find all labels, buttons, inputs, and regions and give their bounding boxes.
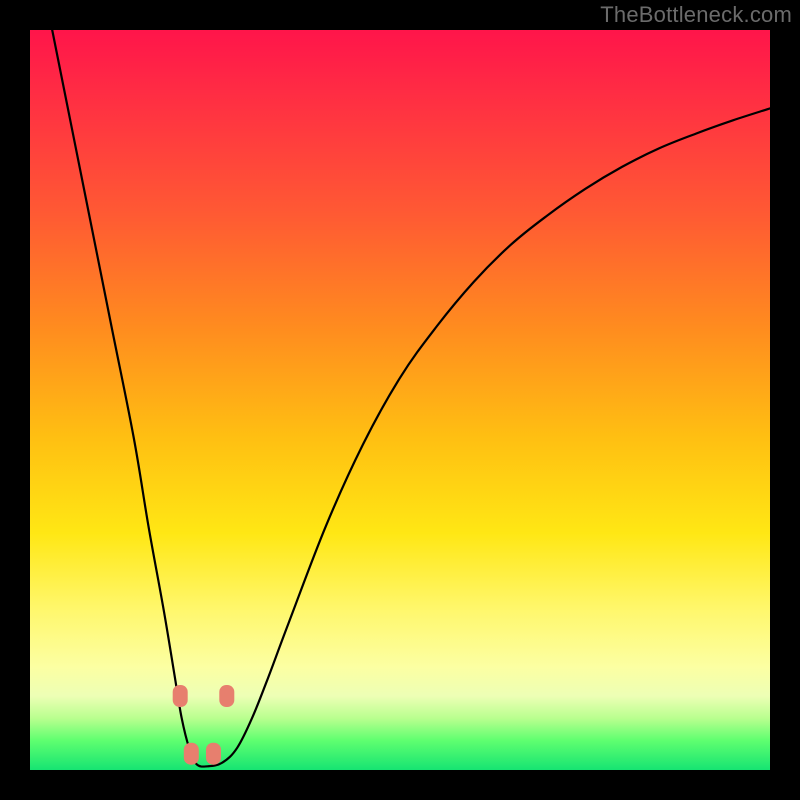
curve-marker xyxy=(206,743,221,765)
bottleneck-curve xyxy=(52,30,770,767)
plot-area xyxy=(30,30,770,770)
watermark-text: TheBottleneck.com xyxy=(600,2,792,28)
curve-marker xyxy=(219,685,234,707)
chart-frame: TheBottleneck.com xyxy=(0,0,800,800)
markers-group xyxy=(173,685,235,765)
curve-marker xyxy=(173,685,188,707)
curve-marker xyxy=(184,743,199,765)
chart-svg xyxy=(30,30,770,770)
